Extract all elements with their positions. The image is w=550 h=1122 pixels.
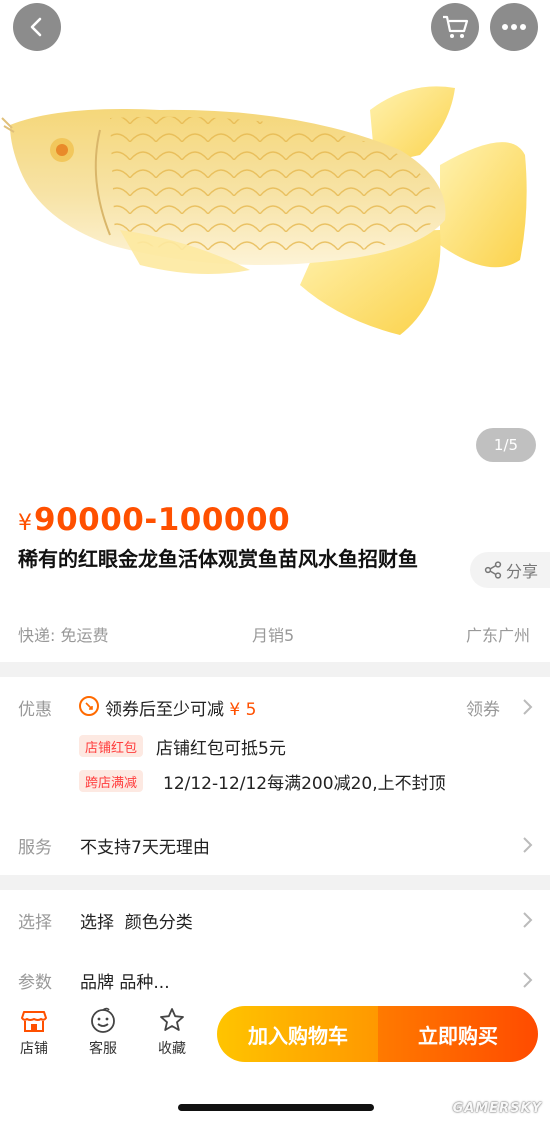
monthly-sales: 月销5 — [252, 626, 295, 645]
shipping-info: 快递: 免运费 — [18, 626, 109, 645]
chevron-right-icon — [523, 837, 533, 853]
promo-label: 优惠 — [18, 700, 52, 720]
location: 广东广州 — [465, 626, 530, 645]
params-label: 参数 — [18, 973, 52, 993]
shop-redpacket-tag: 店铺红包 — [79, 735, 144, 757]
service-row[interactable]: 不支持7天无理由 — [80, 833, 210, 858]
get-coupon-button[interactable]: 领券 — [466, 695, 500, 720]
shop-button[interactable]: 店铺 — [9, 1006, 59, 1058]
product-info: ¥ 90000-100000 稀有的红眼金龙鱼活体观赏鱼苗风水鱼招财鱼 分享 快… — [0, 490, 550, 662]
price-value: 90000-100000 — [34, 502, 291, 538]
favorite-label: 收藏 — [158, 1041, 186, 1057]
chevron-left-icon — [30, 17, 42, 37]
customer-service-button[interactable]: 客服 — [78, 1006, 128, 1058]
chevron-right-icon — [523, 972, 533, 988]
buy-now-button[interactable]: 立即购买 — [378, 1006, 538, 1062]
product-gallery[interactable]: 1/5 — [0, 0, 550, 490]
image-counter: 1/5 — [476, 428, 536, 462]
home-indicator[interactable] — [178, 1104, 374, 1111]
service-label: 服务 — [18, 838, 52, 858]
chevron-right-icon — [523, 699, 533, 715]
cross-store-tag: 跨店满减 — [79, 770, 144, 792]
share-button[interactable]: 分享 — [470, 552, 550, 588]
cross-store-text: 12/12-12/12每满200减20,上不封顶 — [163, 774, 446, 794]
cart-button[interactable] — [431, 3, 479, 51]
star-icon — [160, 1008, 184, 1031]
back-button[interactable] — [13, 3, 61, 51]
shop-icon — [21, 1011, 47, 1032]
currency-symbol: ¥ — [18, 511, 32, 536]
coupon-icon — [79, 696, 99, 716]
select-row[interactable]: 选择 颜色分类 — [80, 908, 193, 933]
share-label: 分享 — [506, 562, 539, 581]
cart-icon — [443, 15, 469, 38]
select-label: 选择 — [18, 913, 52, 933]
price: ¥ 90000-100000 — [18, 502, 290, 538]
shop-redpacket-text: 店铺红包可抵5元 — [156, 739, 286, 759]
params-row[interactable]: 品牌 品种... — [80, 968, 170, 993]
smile-icon — [91, 1007, 115, 1033]
product-title: 稀有的红眼金龙鱼活体观赏鱼苗风水鱼招财鱼 — [18, 547, 418, 571]
add-to-cart-button[interactable]: 加入购物车 — [217, 1006, 379, 1062]
coupon-text: 领券后至少可减 — [105, 700, 224, 720]
more-button[interactable] — [490, 3, 538, 51]
promo-section: 优惠 领券后至少可减 ¥ 5 领券 店铺红包 店铺红包可抵5元 跨店满减 12/… — [0, 677, 550, 875]
favorite-button[interactable]: 收藏 — [147, 1006, 197, 1058]
coupon-amount: ¥ 5 — [229, 700, 257, 720]
share-icon — [484, 561, 502, 579]
customer-service-label: 客服 — [89, 1041, 117, 1057]
watermark: GAMERSKY — [452, 1101, 542, 1116]
chevron-right-icon — [523, 912, 533, 928]
more-dots-icon — [502, 24, 526, 30]
product-image[interactable] — [0, 70, 550, 360]
coupon-row[interactable]: 领券后至少可减 ¥ 5 — [105, 695, 256, 720]
shop-label: 店铺 — [20, 1041, 48, 1057]
